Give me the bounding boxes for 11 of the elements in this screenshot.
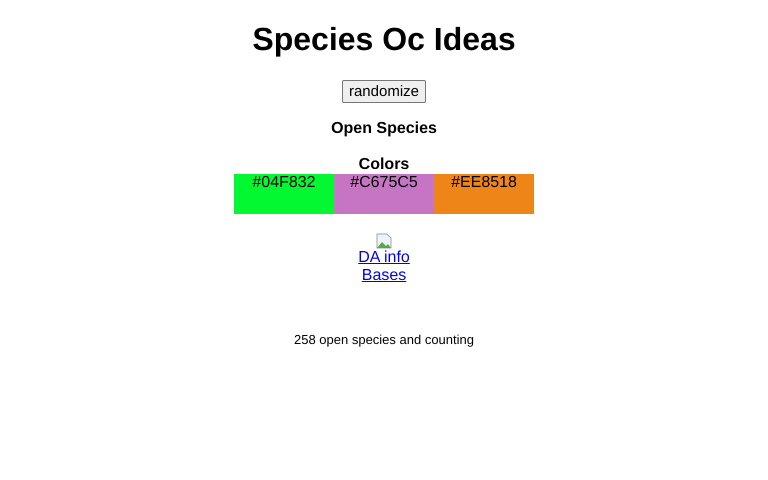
colors-heading: Colors: [358, 156, 410, 174]
page-title: Species Oc Ideas: [252, 21, 516, 58]
color-swatch: #C675C5: [334, 174, 434, 214]
color-swatch: #04F832: [234, 174, 334, 214]
species-count: 258 open species and counting: [294, 332, 474, 347]
randomize-button[interactable]: randomize: [342, 80, 426, 103]
color-swatch: #EE8518: [434, 174, 534, 214]
text-link[interactable]: Bases: [362, 267, 406, 285]
broken-image-icon: [376, 233, 392, 249]
species-name: Open Species: [331, 120, 437, 138]
text-link[interactable]: DA info: [358, 249, 410, 267]
